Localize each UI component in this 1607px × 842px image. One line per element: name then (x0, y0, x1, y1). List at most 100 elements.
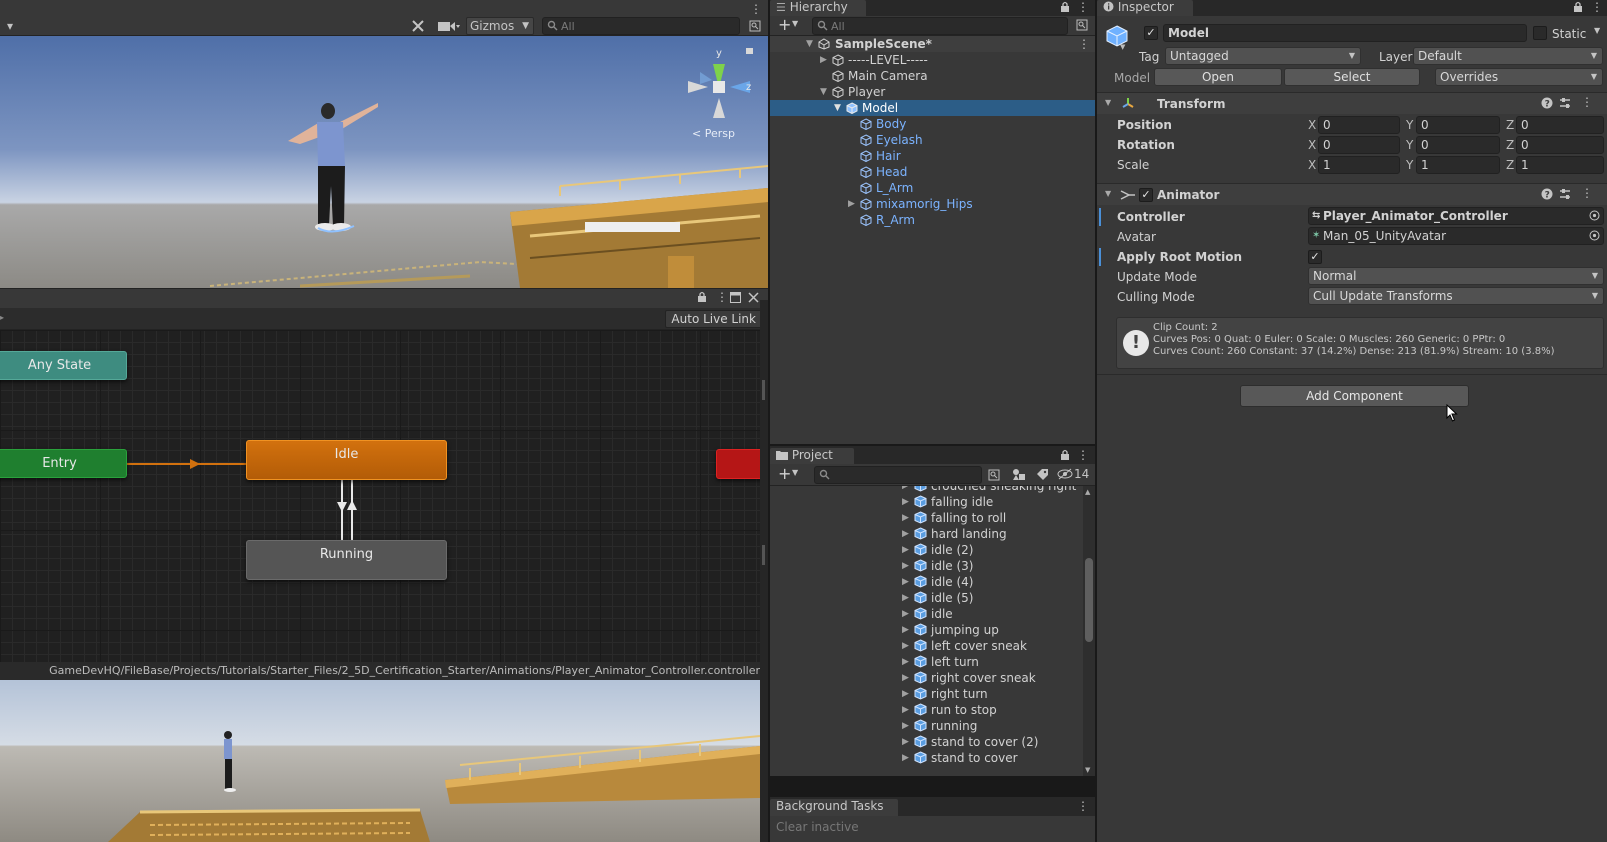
hierarchy-item-head[interactable]: Head (770, 164, 1095, 180)
expand-arrow-icon[interactable]: ▶ (902, 510, 909, 526)
orientation-gizmo[interactable]: y z (688, 48, 753, 118)
position-x-field[interactable]: 0 (1318, 116, 1400, 134)
lock-icon[interactable] (1060, 1, 1070, 13)
menu-dots-icon[interactable]: ⋮ (748, 0, 764, 18)
hierarchy-item-hair[interactable]: Hair (770, 148, 1095, 164)
tag-dropdown[interactable]: Untagged ▼ (1165, 47, 1361, 65)
tab-inspector[interactable]: Inspector (1097, 0, 1193, 16)
panel-splitter[interactable] (760, 300, 768, 842)
lock-icon[interactable] (697, 291, 707, 303)
hierarchy-item-eyelash[interactable]: Eyelash (770, 132, 1095, 148)
expand-arrow-icon[interactable]: ▶ (902, 606, 909, 622)
lock-icon[interactable] (1573, 1, 1583, 13)
list-item[interactable]: ▶ right cover sneak (770, 670, 1080, 686)
lock-icon[interactable] (1060, 449, 1070, 461)
menu-dots-icon[interactable]: ⋮ (1591, 0, 1603, 14)
menu-dots-icon[interactable]: ⋮ (1077, 448, 1089, 462)
hierarchy-item-level[interactable]: ▶ -----LEVEL----- (770, 52, 1095, 68)
hierarchy-item-model[interactable]: ▼ Model (770, 100, 1095, 116)
help-icon[interactable]: ? (1541, 97, 1553, 109)
plus-icon[interactable]: + (778, 465, 791, 483)
list-item[interactable]: ▶ running (770, 718, 1080, 734)
scroll-up-icon[interactable]: ▲ (1085, 488, 1090, 496)
menu-dots-icon[interactable]: ⋮ (1581, 186, 1593, 200)
chevron-down-icon[interactable]: ▼ (1594, 26, 1600, 35)
expand-arrow-icon[interactable]: ▶ (902, 750, 909, 766)
list-item[interactable]: ▶ stand to cover (2) (770, 734, 1080, 750)
hierarchy-item-l-arm[interactable]: L_Arm (770, 180, 1095, 196)
project-search-input[interactable] (814, 466, 982, 484)
expand-arrow-icon[interactable]: ▶ (902, 526, 909, 542)
project-scrollbar-thumb[interactable] (1085, 558, 1093, 642)
add-component-button[interactable]: Add Component (1240, 385, 1469, 407)
expand-arrow-icon[interactable]: ▼ (820, 84, 827, 100)
close-icon[interactable] (748, 292, 759, 303)
list-item[interactable]: ▶ idle (5) (770, 590, 1080, 606)
transform-header[interactable]: ▼ Transform ? ⋮ (1097, 92, 1607, 114)
collapse-arrow-icon[interactable]: ▼ (1105, 98, 1111, 107)
list-item[interactable]: ▶ right turn (770, 686, 1080, 702)
lock-icon[interactable] (746, 48, 753, 54)
layer-dropdown[interactable]: Default ▼ (1413, 47, 1603, 65)
scene-search-input[interactable]: All (542, 17, 740, 35)
clear-inactive-button[interactable]: Clear inactive (776, 820, 859, 834)
scale-x-field[interactable]: 1 (1318, 156, 1400, 174)
plus-icon[interactable]: + (778, 16, 791, 34)
expand-arrow-icon[interactable]: ▶ (848, 196, 855, 212)
position-y-field[interactable]: 0 (1416, 116, 1500, 134)
presets-icon[interactable] (1559, 188, 1571, 200)
collapse-arrow-icon[interactable]: ▼ (1105, 189, 1111, 198)
object-picker-icon[interactable] (1589, 210, 1600, 221)
expand-arrow-icon[interactable]: ▼ (806, 36, 813, 52)
search-filter-icon[interactable] (1076, 19, 1088, 31)
tab-project[interactable]: Project (770, 448, 854, 464)
position-z-field[interactable]: 0 (1516, 116, 1604, 134)
animator-graph[interactable]: Any State Entry Idle Running (0, 330, 768, 662)
tab-background-tasks[interactable]: Background Tasks (770, 799, 898, 817)
expand-arrow-icon[interactable]: ▼ (834, 100, 841, 116)
filter-by-label-icon[interactable] (1036, 468, 1049, 481)
list-item[interactable]: ▶ idle (4) (770, 574, 1080, 590)
expand-arrow-icon[interactable]: ▶ (902, 558, 909, 574)
animator-enabled-checkbox[interactable]: ✓ (1139, 188, 1153, 202)
object-name-field[interactable]: Model (1163, 24, 1527, 42)
list-item[interactable]: ▶ idle (3) (770, 558, 1080, 574)
expand-arrow-icon[interactable]: ▶ (902, 494, 909, 510)
list-item[interactable]: ▶ left turn (770, 654, 1080, 670)
scroll-down-icon[interactable]: ▼ (1085, 766, 1090, 774)
menu-dots-icon[interactable]: ⋮ (1581, 95, 1593, 109)
any-state-node[interactable]: Any State (0, 351, 127, 380)
expand-arrow-icon[interactable]: ▶ (820, 52, 827, 68)
hierarchy-item-player[interactable]: ▼ Player (770, 84, 1095, 100)
list-item[interactable]: ▶ idle (770, 606, 1080, 622)
list-item[interactable]: ▶ hard landing (770, 526, 1080, 542)
hidden-packages-icon[interactable] (1057, 468, 1073, 480)
object-picker-icon[interactable] (1589, 230, 1600, 241)
chevron-down-icon[interactable]: ▼ (1120, 43, 1125, 51)
scale-z-field[interactable]: 1 (1516, 156, 1604, 174)
idle-state-node[interactable]: Idle (246, 440, 447, 480)
expand-arrow-icon[interactable]: ▶ (902, 670, 909, 686)
list-item[interactable]: ▶ left cover sneak (770, 638, 1080, 654)
expand-arrow-icon[interactable]: ▶ (902, 702, 909, 718)
hierarchy-item-body[interactable]: Body (770, 116, 1095, 132)
project-file-list[interactable]: ▶ crouched sneaking right ▶ falling idle… (770, 486, 1095, 776)
maximize-icon[interactable] (730, 292, 741, 303)
list-item[interactable]: ▶ stand to cover (770, 750, 1080, 766)
menu-dots-icon[interactable]: ⋮ (716, 290, 728, 304)
menu-dots-icon[interactable]: ⋮ (1077, 0, 1089, 14)
expand-arrow-icon[interactable]: ▶ (902, 638, 909, 654)
expand-arrow-icon[interactable]: ▶ (902, 718, 909, 734)
list-item[interactable]: ▶ crouched sneaking right (770, 486, 1080, 494)
expand-arrow-icon[interactable]: ▶ (902, 654, 909, 670)
hierarchy-tree[interactable]: ▼ SampleScene* ⋮ ▶ -----LEVEL----- Main … (770, 36, 1095, 444)
overrides-dropdown[interactable]: Overrides ▼ (1435, 68, 1603, 86)
persp-label[interactable]: < Persp (692, 127, 735, 140)
expand-arrow-icon[interactable]: ▶ (902, 686, 909, 702)
rotation-x-field[interactable]: 0 (1318, 136, 1400, 154)
hierarchy-scene-row[interactable]: ▼ SampleScene* ⋮ (770, 36, 1095, 52)
hierarchy-item-mixamorig-hips[interactable]: ▶ mixamorig_Hips (770, 196, 1095, 212)
tools-icon[interactable] (408, 17, 428, 35)
scene-mode-dropdown[interactable]: ▾ (2, 17, 18, 35)
rotation-z-field[interactable]: 0 (1516, 136, 1604, 154)
